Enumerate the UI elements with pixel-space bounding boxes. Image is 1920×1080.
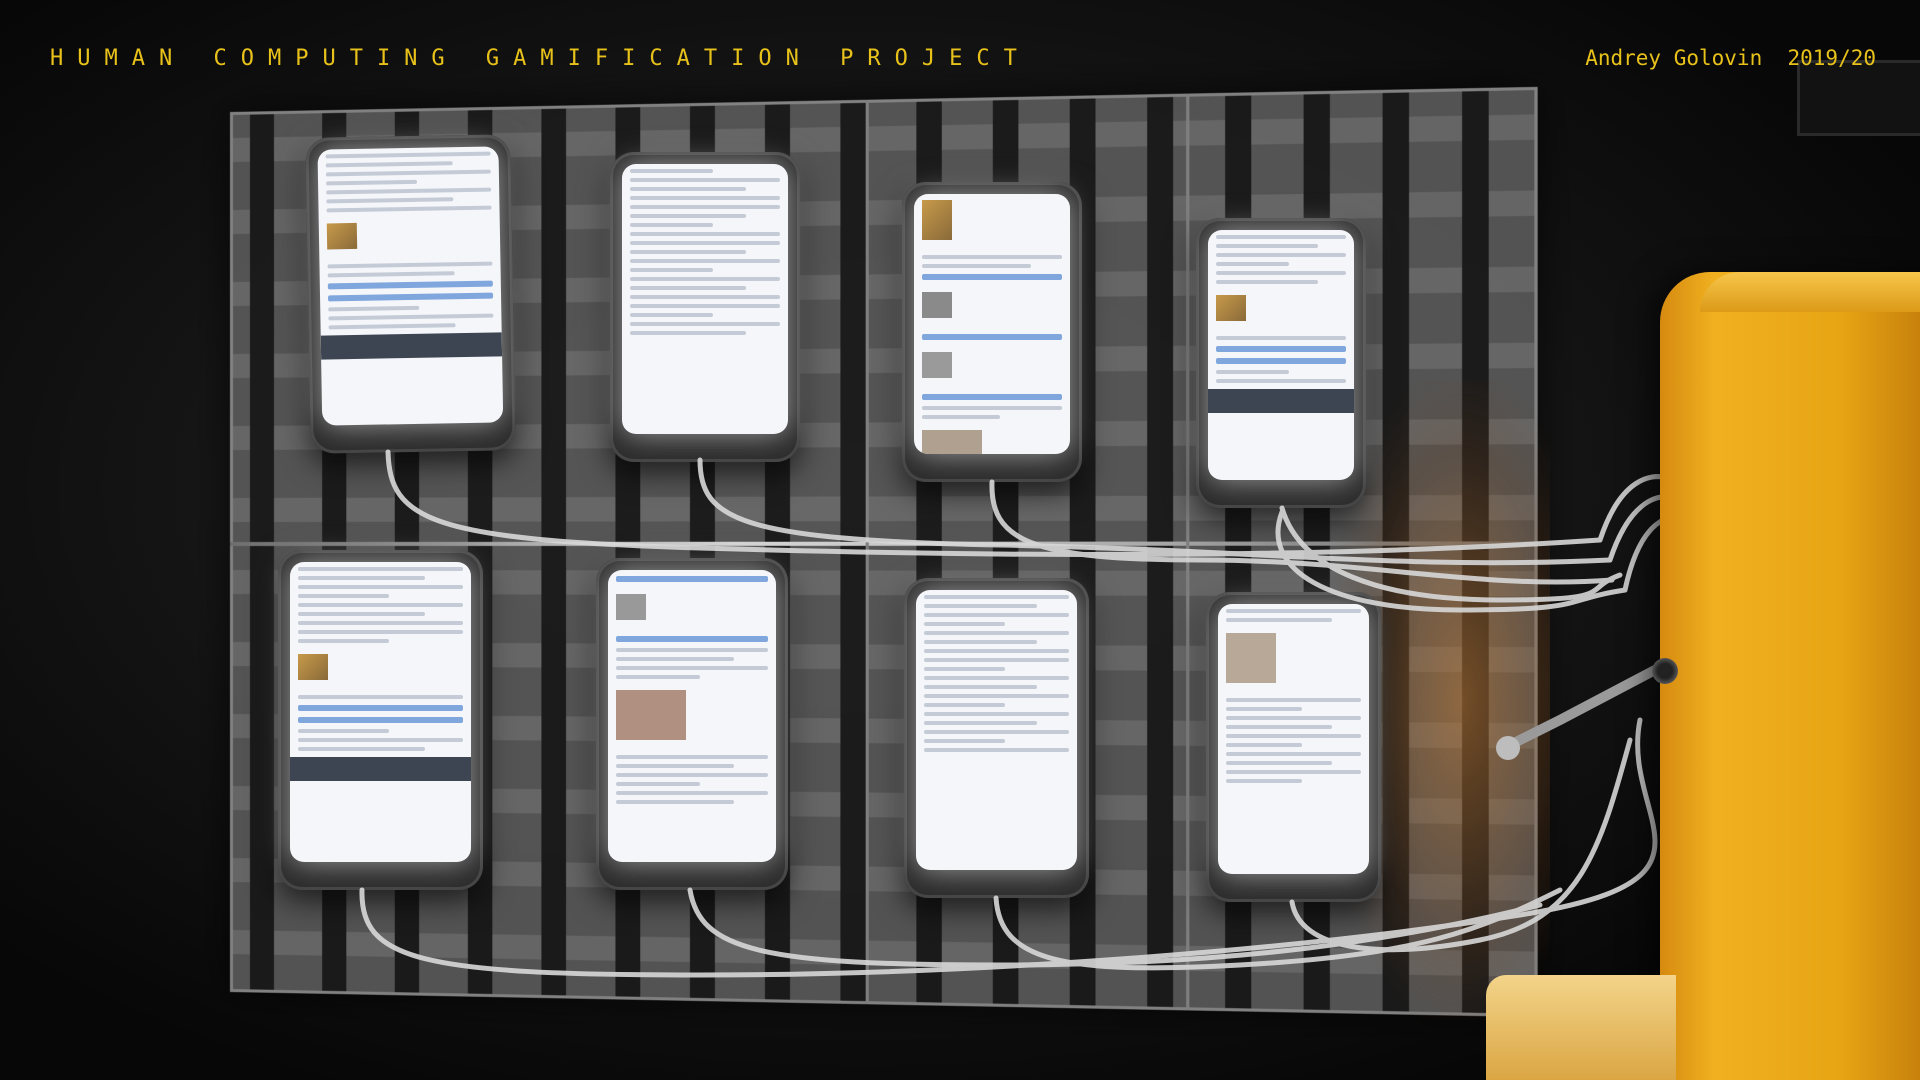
robot-socket — [1652, 658, 1678, 684]
metal-arm — [1505, 665, 1660, 750]
yellow-robot-body — [1660, 272, 1920, 1080]
cable — [1289, 737, 1633, 953]
render-scene: HUMAN COMPUTING GAMIFICATION PROJECT And… — [0, 0, 1920, 1080]
cable — [989, 479, 1615, 585]
cable-bundle — [359, 449, 1693, 978]
yellow-robot-top — [1700, 272, 1920, 312]
cable — [687, 887, 1543, 968]
author-credit: Andrey Golovin 2019/20 — [1585, 46, 1876, 70]
yellow-robot-base — [1486, 975, 1676, 1080]
cable — [993, 887, 1563, 971]
arm-joint — [1496, 736, 1520, 760]
project-title: HUMAN COMPUTING GAMIFICATION PROJECT — [50, 46, 1031, 71]
